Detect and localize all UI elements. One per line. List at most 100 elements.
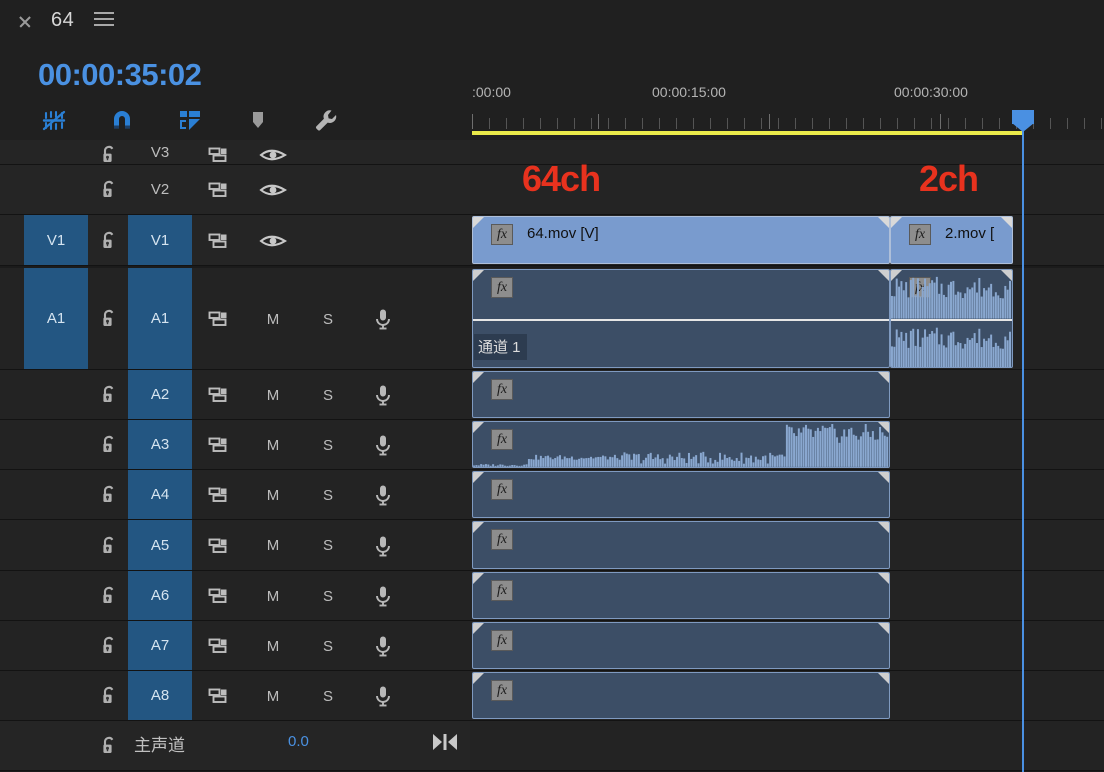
clip-fade-handle-left[interactable] bbox=[473, 372, 484, 383]
pan-balance-icon[interactable] bbox=[430, 731, 460, 758]
clip-fade-handle-right[interactable] bbox=[878, 573, 889, 584]
close-icon[interactable] bbox=[17, 14, 33, 30]
sync-lock-icon[interactable] bbox=[204, 533, 236, 559]
linked-selection-icon[interactable] bbox=[36, 103, 72, 137]
clip-fade-handle-left[interactable] bbox=[473, 472, 484, 483]
mute-track-button[interactable]: M bbox=[262, 535, 284, 557]
audio-clip[interactable]: fx bbox=[472, 622, 890, 669]
mute-track-button[interactable]: M bbox=[262, 484, 284, 506]
voice-over-record-icon[interactable] bbox=[370, 633, 396, 659]
clip-fade-handle-right[interactable] bbox=[878, 270, 889, 281]
track-name-a3[interactable]: A3 bbox=[128, 420, 192, 469]
video-clip[interactable]: fx2.mov [ bbox=[890, 216, 1013, 264]
track-lane-a5[interactable]: fx bbox=[470, 520, 1104, 571]
track-name-v1[interactable]: V1 bbox=[128, 215, 192, 265]
lock-track-icon[interactable] bbox=[96, 583, 122, 609]
lock-track-icon[interactable] bbox=[96, 533, 122, 559]
solo-track-button[interactable]: S bbox=[317, 635, 339, 657]
lock-track-icon[interactable] bbox=[96, 683, 122, 709]
lock-track-icon[interactable] bbox=[96, 733, 122, 759]
fx-badge-icon[interactable]: fx bbox=[491, 479, 513, 500]
track-lane-a3[interactable]: fx bbox=[470, 420, 1104, 470]
lock-track-icon[interactable] bbox=[96, 482, 122, 508]
lock-track-icon[interactable] bbox=[96, 382, 122, 408]
audio-clip[interactable]: fx bbox=[472, 471, 890, 518]
track-lane-a1[interactable]: fx通道 1fx bbox=[470, 268, 1104, 370]
lock-track-icon[interactable] bbox=[96, 306, 122, 332]
mute-track-button[interactable]: M bbox=[262, 635, 284, 657]
source-patch-v1[interactable]: V1 bbox=[24, 215, 88, 265]
mute-track-button[interactable]: M bbox=[262, 434, 284, 456]
toggle-track-output-icon[interactable] bbox=[257, 228, 289, 254]
sync-lock-icon[interactable] bbox=[204, 482, 236, 508]
mute-track-button[interactable]: M bbox=[262, 685, 284, 707]
track-lane-a8[interactable]: fx bbox=[470, 671, 1104, 721]
mute-track-button[interactable]: M bbox=[262, 384, 284, 406]
sync-lock-icon[interactable] bbox=[204, 683, 236, 709]
sync-lock-icon[interactable] bbox=[204, 382, 236, 408]
audio-clip[interactable]: fx bbox=[472, 572, 890, 619]
sync-lock-icon[interactable] bbox=[204, 432, 236, 458]
sync-lock-icon[interactable] bbox=[204, 177, 236, 203]
fx-badge-icon[interactable]: fx bbox=[491, 224, 513, 245]
fx-badge-icon[interactable]: fx bbox=[491, 529, 513, 550]
track-name-a5[interactable]: A5 bbox=[128, 520, 192, 570]
add-marker-icon[interactable] bbox=[240, 103, 276, 137]
track-lane-a7[interactable]: fx bbox=[470, 621, 1104, 671]
track-name-a7[interactable]: A7 bbox=[128, 621, 192, 670]
track-lane-a6[interactable]: fx bbox=[470, 571, 1104, 621]
track-name-a6[interactable]: A6 bbox=[128, 571, 192, 620]
track-lane-a2[interactable]: fx bbox=[470, 370, 1104, 420]
toggle-track-output-icon[interactable] bbox=[257, 177, 289, 203]
lock-track-icon[interactable] bbox=[96, 432, 122, 458]
lock-track-icon[interactable] bbox=[96, 633, 122, 659]
track-name-a1[interactable]: A1 bbox=[128, 268, 192, 369]
sync-lock-icon[interactable] bbox=[204, 306, 236, 332]
clip-fade-handle-left[interactable] bbox=[473, 522, 484, 533]
sync-lock-icon[interactable] bbox=[204, 228, 236, 254]
voice-over-record-icon[interactable] bbox=[370, 482, 396, 508]
clip-fade-handle-left[interactable] bbox=[473, 623, 484, 634]
fx-badge-icon[interactable]: fx bbox=[491, 379, 513, 400]
solo-track-button[interactable]: S bbox=[317, 384, 339, 406]
audio-clip[interactable]: fx bbox=[472, 371, 890, 418]
snap-magnet-icon[interactable] bbox=[104, 103, 140, 137]
playhead-timecode[interactable]: 00:00:35:02 bbox=[38, 57, 201, 93]
solo-track-button[interactable]: S bbox=[317, 484, 339, 506]
solo-track-button[interactable]: S bbox=[317, 535, 339, 557]
solo-track-button[interactable]: S bbox=[317, 434, 339, 456]
track-name-a4[interactable]: A4 bbox=[128, 470, 192, 519]
clip-fade-handle-left[interactable] bbox=[473, 217, 484, 228]
fx-badge-icon[interactable]: fx bbox=[491, 580, 513, 601]
track-lane-v1[interactable]: fx64.mov [V]fx2.mov [ bbox=[470, 215, 1104, 266]
wrench-settings-icon[interactable] bbox=[308, 103, 344, 137]
voice-over-record-icon[interactable] bbox=[370, 683, 396, 709]
clip-fade-handle-right[interactable] bbox=[878, 472, 889, 483]
clip-fade-handle-right[interactable] bbox=[878, 217, 889, 228]
track-name-v2[interactable]: V2 bbox=[128, 165, 192, 214]
track-name-a8[interactable]: A8 bbox=[128, 671, 192, 720]
voice-over-record-icon[interactable] bbox=[370, 533, 396, 559]
audio-clip[interactable]: fx bbox=[472, 421, 890, 468]
solo-track-button[interactable]: S bbox=[317, 585, 339, 607]
timeline-ruler[interactable]: :00:0000:00:15:0000:00:30:00 bbox=[470, 84, 1104, 140]
sync-lock-icon[interactable] bbox=[204, 583, 236, 609]
clip-fade-handle-right[interactable] bbox=[878, 673, 889, 684]
fx-badge-icon[interactable]: fx bbox=[491, 680, 513, 701]
track-name-a2[interactable]: A2 bbox=[128, 370, 192, 419]
master-volume-value[interactable]: 0.0 bbox=[288, 733, 309, 750]
fx-badge-icon[interactable]: fx bbox=[491, 630, 513, 651]
ripple-sequence-markers-icon[interactable] bbox=[172, 103, 208, 137]
voice-over-record-icon[interactable] bbox=[370, 306, 396, 332]
lock-track-icon[interactable] bbox=[96, 177, 122, 203]
voice-over-record-icon[interactable] bbox=[370, 382, 396, 408]
work-area-bar[interactable] bbox=[472, 131, 1024, 135]
solo-track-button[interactable]: S bbox=[317, 685, 339, 707]
solo-track-button[interactable]: S bbox=[317, 308, 339, 330]
mute-track-button[interactable]: M bbox=[262, 308, 284, 330]
voice-over-record-icon[interactable] bbox=[370, 583, 396, 609]
lock-track-icon[interactable] bbox=[96, 228, 122, 254]
sync-lock-icon[interactable] bbox=[204, 633, 236, 659]
voice-over-record-icon[interactable] bbox=[370, 432, 396, 458]
clip-fade-handle-left[interactable] bbox=[891, 217, 902, 228]
